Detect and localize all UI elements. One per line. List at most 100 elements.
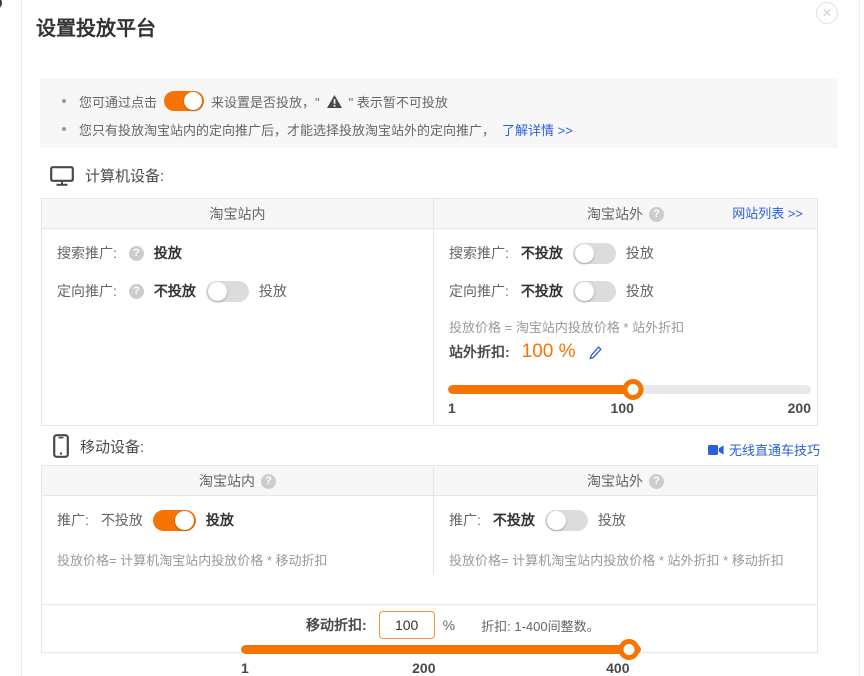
on-label: 投放: [259, 281, 287, 301]
help-icon[interactable]: [649, 474, 664, 489]
slider-track[interactable]: [241, 645, 641, 654]
offsite-search-toggle[interactable]: [573, 243, 616, 264]
slider-tick-mid: 100: [611, 400, 634, 416]
toggle-knob: [575, 244, 594, 263]
row-label: 搜索推广:: [57, 243, 117, 263]
example-toggle[interactable]: [164, 91, 204, 111]
mobile-offsite-formula: 投放价格= 计算机淘宝站内投放价格 * 站外折扣 * 移动折扣: [449, 550, 784, 569]
notice-text: 您只有投放淘宝站内的定向推广后，才能选择投放淘宝站外的定向推广，: [79, 120, 495, 139]
mobile-onsite-toggle[interactable]: [153, 510, 196, 531]
offsite-discount-slider[interactable]: 1 100 200: [448, 385, 811, 425]
corner-badge-icon: [0, 0, 2, 9]
help-icon[interactable]: [649, 207, 664, 222]
bullet-icon: [62, 127, 66, 131]
onsite-target-toggle[interactable]: [206, 281, 249, 302]
computer-section-header: 计算机设备:: [50, 165, 164, 186]
mobile-onsite-promo-row: 推广: 不投放 投放: [57, 508, 234, 532]
wireless-tips-link[interactable]: 无线直通车技巧: [729, 440, 820, 459]
notice-text: 您可通过点击: [79, 92, 157, 111]
set-platform-dialog: 设置投放平台 您可通过点击 来设置是否投放，" " 表示暂不可投放 您只有投放淘…: [0, 0, 864, 676]
slider-tick-max: 200: [788, 400, 811, 416]
computer-onsite-cell: 搜索推广: 投放 定向推广: 不投放 投放: [42, 229, 433, 425]
site-list-link[interactable]: 网站列表 >>: [732, 199, 803, 229]
offsite-target-toggle[interactable]: [573, 281, 616, 302]
notice-line-2: 您只有投放淘宝站内的定向推广后，才能选择投放淘宝站外的定向推广， 了解详情 >>: [62, 116, 573, 142]
row-label: 推广:: [57, 510, 89, 530]
row-label: 搜索推广:: [449, 243, 509, 263]
discount-label: 站外折扣:: [449, 342, 510, 362]
on-label: 投放: [626, 281, 654, 301]
row-label: 推广:: [449, 510, 481, 530]
on-label: 投放: [598, 510, 626, 530]
mobile-offsite-toggle[interactable]: [545, 510, 588, 531]
discount-value: 100 %: [522, 341, 576, 363]
section-title: 计算机设备:: [85, 165, 164, 186]
mobile-offsite-header: 淘宝站外: [434, 466, 817, 496]
onsite-search-row: 搜索推广: 投放: [57, 241, 182, 265]
off-label: 不投放: [154, 281, 196, 301]
mobile-onsite-formula: 投放价格= 计算机淘宝站内投放价格 * 移动折扣: [57, 550, 328, 569]
header-label: 淘宝站外: [587, 204, 643, 224]
toggle-knob: [175, 511, 194, 530]
mobile-offsite-promo-row: 推广: 不投放 投放: [449, 508, 626, 532]
mobile-discount-input[interactable]: [379, 611, 435, 639]
toggle-knob: [575, 282, 594, 301]
dialog-left-border: [21, 0, 22, 676]
on-label: 投放: [626, 243, 654, 263]
warning-icon: [327, 95, 342, 108]
slider-handle[interactable]: [623, 379, 644, 400]
notice-text: " 表示暂不可投放: [349, 92, 448, 111]
slider-tick-min: 1: [448, 400, 456, 416]
onsite-target-row: 定向推广: 不投放 投放: [57, 279, 287, 303]
slider-tick-mid: 200: [412, 660, 435, 676]
slider-handle[interactable]: [619, 639, 640, 660]
help-icon[interactable]: [261, 474, 276, 489]
discount-hint: 折扣: 1-400间整数。: [481, 616, 599, 635]
wireless-tips: 无线直通车技巧: [708, 440, 820, 459]
video-icon: [708, 444, 724, 456]
close-icon[interactable]: [816, 2, 838, 24]
notice-box: 您可通过点击 来设置是否投放，" " 表示暂不可投放 您只有投放淘宝站内的定向推…: [40, 78, 838, 148]
slider-tick-max: 400: [606, 660, 629, 676]
offsite-search-row: 搜索推广: 不投放 投放: [449, 241, 654, 265]
learn-more-link[interactable]: 了解详情 >>: [502, 120, 573, 139]
computer-onsite-header: 淘宝站内: [42, 199, 433, 229]
off-label: 不投放: [521, 243, 563, 263]
header-label: 淘宝站内: [210, 204, 266, 224]
offsite-price-formula: 投放价格 = 淘宝站内投放价格 * 站外折扣: [449, 317, 684, 336]
state-label: 投放: [154, 243, 182, 263]
row-label: 定向推广:: [449, 281, 509, 301]
percent-unit: %: [443, 617, 455, 633]
discount-label: 移动折扣:: [306, 615, 367, 635]
slider-tick-min: 1: [241, 660, 249, 676]
notice-line-1: 您可通过点击 来设置是否投放，" " 表示暂不可投放: [62, 88, 448, 114]
monitor-icon: [50, 166, 74, 186]
toggle-knob: [547, 511, 566, 530]
header-label: 淘宝站外: [587, 471, 643, 491]
header-label: 淘宝站内: [199, 471, 255, 491]
dialog-right-border: [859, 0, 860, 676]
toggle-knob: [208, 282, 227, 301]
toggle-knob: [184, 92, 202, 110]
mobile-table: 淘宝站内 淘宝站外 推广: 不投放 投放 投放价格= 计算机淘宝站内投放价格 *…: [41, 465, 818, 653]
help-icon[interactable]: [129, 284, 144, 299]
on-label: 投放: [206, 510, 234, 530]
section-title: 移动设备:: [80, 436, 144, 457]
row-label: 定向推广:: [57, 281, 117, 301]
mobile-section-header: 移动设备:: [53, 434, 144, 458]
notice-text: 来设置是否投放，": [211, 92, 320, 111]
page-title: 设置投放平台: [36, 12, 156, 41]
mobile-discount-row: 移动折扣: % 折扣: 1-400间整数。 1 200 400: [42, 604, 817, 652]
slider-fill: [448, 385, 633, 394]
off-label: 不投放: [493, 510, 535, 530]
help-icon[interactable]: [129, 246, 144, 261]
off-label: 不投放: [101, 510, 143, 530]
mobile-onsite-header: 淘宝站内: [42, 466, 433, 496]
mobile-discount-slider[interactable]: 1 200 400: [241, 645, 641, 676]
slider-fill: [241, 645, 641, 654]
offsite-discount: 站外折扣: 100 %: [449, 341, 603, 363]
off-label: 不投放: [521, 281, 563, 301]
edit-icon[interactable]: [588, 345, 603, 360]
offsite-target-row: 定向推广: 不投放 投放: [449, 279, 654, 303]
bullet-icon: [62, 99, 66, 103]
